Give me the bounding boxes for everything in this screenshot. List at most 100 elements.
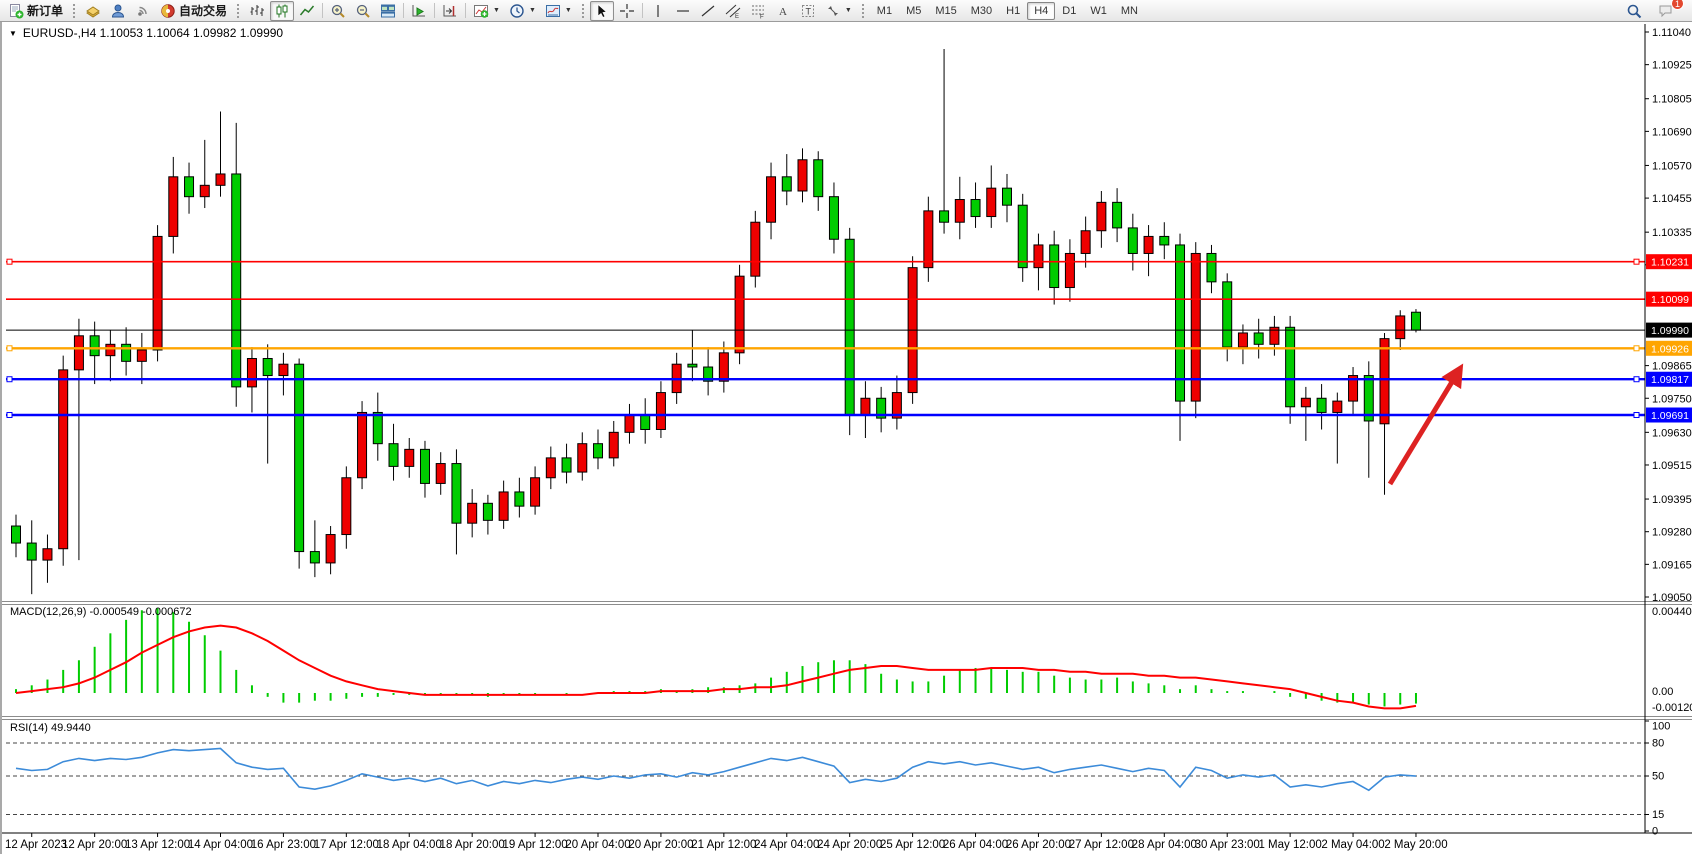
line-chart-mode-button[interactable] xyxy=(295,1,319,21)
timeframe-m15[interactable]: M15 xyxy=(928,2,963,20)
timeframe-m30[interactable]: M30 xyxy=(964,2,999,20)
time-axis-label[interactable]: 2 May 20:00 xyxy=(1384,839,1447,851)
candle xyxy=(829,197,838,240)
price-axis-label: 1.10570 xyxy=(1652,160,1692,172)
zoom-out-button[interactable] xyxy=(351,1,375,21)
time-axis-label[interactable]: 12 Apr 2023 xyxy=(5,839,67,851)
time-axis-label[interactable]: 28 Apr 04:00 xyxy=(1132,839,1197,851)
timeframe-m5[interactable]: M5 xyxy=(899,2,928,20)
time-axis-label[interactable]: 21 Apr 12:00 xyxy=(691,839,756,851)
vertical-line-tool-button[interactable] xyxy=(646,1,670,21)
time-axis-label[interactable]: 26 Apr 20:00 xyxy=(1006,839,1071,851)
time-axis-label[interactable]: 1 May 12:00 xyxy=(1258,839,1321,851)
time-axis-label[interactable]: 24 Apr 20:00 xyxy=(817,839,882,851)
support-line-lower-handle-right[interactable] xyxy=(1634,413,1639,418)
trendline-tool-button[interactable] xyxy=(696,1,720,21)
time-axis-label[interactable]: 30 Apr 23:00 xyxy=(1195,839,1260,851)
support-line-upper-handle-right[interactable] xyxy=(1634,377,1639,382)
chart-shift-icon xyxy=(442,3,458,19)
timeframe-w1[interactable]: W1 xyxy=(1083,2,1114,20)
periods-button[interactable]: ▼ xyxy=(505,1,540,21)
text-tool-button[interactable]: A xyxy=(771,1,795,21)
zoom-in-icon xyxy=(330,3,346,19)
time-axis-label[interactable]: 24 Apr 04:00 xyxy=(754,839,819,851)
candle xyxy=(594,444,603,458)
resistance-line-upper-handle-left[interactable] xyxy=(7,259,12,264)
profile-icon xyxy=(110,3,126,19)
search-button[interactable] xyxy=(1622,1,1646,21)
toolbar-grip[interactable] xyxy=(236,3,240,19)
time-axis-label[interactable]: 12 Apr 20:00 xyxy=(62,839,127,851)
fibonacci-tool-button[interactable]: F xyxy=(746,1,770,21)
timeframe-m1[interactable]: M1 xyxy=(870,2,899,20)
indicators-button[interactable]: ▼ xyxy=(469,1,504,21)
time-axis-label[interactable]: 2 May 04:00 xyxy=(1321,839,1384,851)
line-chart-icon xyxy=(299,3,315,19)
time-axis-label[interactable]: 18 Apr 20:00 xyxy=(440,839,505,851)
chart-canvas[interactable]: MACD(12,26,9) -0.000549 -0.000672RSI(14)… xyxy=(2,22,1692,854)
pane-separator[interactable] xyxy=(2,719,1692,720)
tile-windows-icon xyxy=(380,3,396,19)
resistance-line-upper-handle-right[interactable] xyxy=(1634,259,1639,264)
toolbar-grip[interactable] xyxy=(861,3,865,19)
time-axis-label[interactable]: 26 Apr 04:00 xyxy=(943,839,1008,851)
autotrade-label: 自动交易 xyxy=(179,2,227,19)
profile-button[interactable] xyxy=(106,1,130,21)
pane-separator[interactable] xyxy=(2,601,1692,602)
signals-button[interactable] xyxy=(131,1,155,21)
time-axis-label[interactable]: 18 Apr 04:00 xyxy=(377,839,442,851)
time-axis-label[interactable]: 27 Apr 12:00 xyxy=(1069,839,1134,851)
candle-chart-mode-button[interactable] xyxy=(270,1,294,21)
chart-ohlc-title[interactable]: ▼ EURUSD-,H4 1.10053 1.10064 1.09982 1.0… xyxy=(9,26,283,40)
pane-separator[interactable] xyxy=(2,716,1692,717)
time-axis-label[interactable]: 20 Apr 20:00 xyxy=(628,839,693,851)
notifications-button[interactable]: 1 xyxy=(1654,1,1678,21)
timeframe-mn[interactable]: MN xyxy=(1114,2,1145,20)
pivot-line-orange-handle-left[interactable] xyxy=(7,346,12,351)
vertical-line-icon xyxy=(650,3,666,19)
time-axis-label[interactable]: 13 Apr 12:00 xyxy=(125,839,190,851)
new-order-button[interactable]: 新订单 xyxy=(4,1,67,21)
timeframe-h4[interactable]: H4 xyxy=(1027,2,1055,20)
text-label-tool-button[interactable]: T xyxy=(796,1,820,21)
horizontal-line-icon xyxy=(675,3,691,19)
chart-dropdown-icon[interactable]: ▼ xyxy=(9,29,17,38)
time-axis-label[interactable]: 14 Apr 04:00 xyxy=(188,839,253,851)
chart-shift-button[interactable] xyxy=(438,1,462,21)
pivot-line-orange-handle-right[interactable] xyxy=(1634,346,1639,351)
horizontal-line-tool-button[interactable] xyxy=(671,1,695,21)
market-watch-button[interactable] xyxy=(81,1,105,21)
toolbar-separator xyxy=(434,3,435,18)
channel-tool-button[interactable]: E xyxy=(721,1,745,21)
time-axis-label[interactable]: 17 Apr 12:00 xyxy=(314,839,379,851)
text-tool-icon: A xyxy=(775,3,791,19)
time-axis-label[interactable]: 16 Apr 23:00 xyxy=(251,839,316,851)
templates-button[interactable]: ▼ xyxy=(541,1,576,21)
time-axis-label[interactable]: 20 Apr 04:00 xyxy=(565,839,630,851)
cursor-tool-button[interactable] xyxy=(590,1,614,21)
time-axis-label[interactable]: 19 Apr 12:00 xyxy=(502,839,567,851)
zoom-in-button[interactable] xyxy=(326,1,350,21)
candle xyxy=(656,393,665,430)
autotrade-button[interactable]: 自动交易 xyxy=(156,1,231,21)
candle xyxy=(326,535,335,563)
candle xyxy=(955,200,964,223)
rsi-axis-label: 0 xyxy=(1652,826,1658,838)
support-line-upper-handle-left[interactable] xyxy=(7,377,12,382)
toolbar-grip[interactable] xyxy=(72,3,76,19)
rsi-label: RSI(14) 49.9440 xyxy=(10,722,91,734)
bar-chart-mode-button[interactable] xyxy=(245,1,269,21)
candle xyxy=(1128,228,1137,254)
arrows-tool-button[interactable]: ▼ xyxy=(821,1,856,21)
tile-windows-button[interactable] xyxy=(376,1,400,21)
auto-scroll-button[interactable] xyxy=(407,1,431,21)
crosshair-tool-button[interactable] xyxy=(615,1,639,21)
time-axis-label[interactable]: 25 Apr 12:00 xyxy=(880,839,945,851)
toolbar-grip[interactable] xyxy=(581,3,585,19)
candle xyxy=(90,336,99,356)
candle xyxy=(578,444,587,472)
support-line-lower-handle-left[interactable] xyxy=(7,413,12,418)
timeframe-h1[interactable]: H1 xyxy=(999,2,1027,20)
pane-separator[interactable] xyxy=(2,604,1692,605)
timeframe-d1[interactable]: D1 xyxy=(1055,2,1083,20)
